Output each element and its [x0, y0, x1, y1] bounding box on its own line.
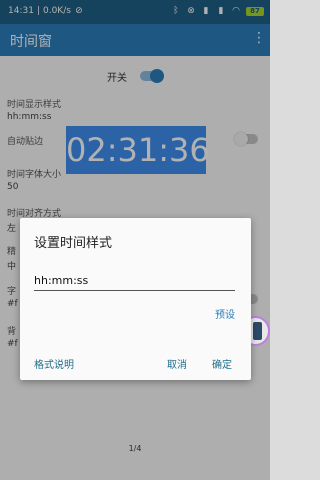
format-help-button[interactable]: 格式说明	[34, 356, 74, 371]
ok-button[interactable]: 确定	[212, 356, 232, 371]
time-style-dialog: 设置时间样式 预设 格式说明 取消 确定	[20, 218, 251, 380]
cancel-button[interactable]: 取消	[167, 356, 187, 371]
time-format-input[interactable]	[34, 271, 235, 291]
preset-button[interactable]: 预设	[215, 306, 235, 321]
page-indicator: 1/4	[128, 444, 142, 453]
dialog-title: 设置时间样式	[34, 236, 113, 251]
floating-button-icon	[253, 322, 262, 340]
